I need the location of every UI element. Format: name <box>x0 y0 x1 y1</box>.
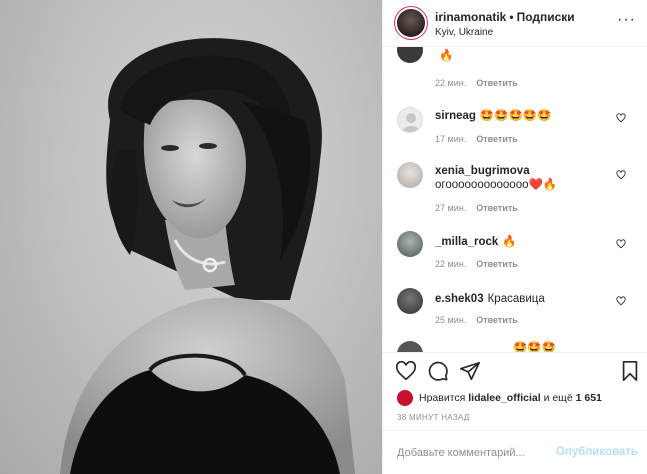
comment-username[interactable]: sirneag <box>435 110 476 122</box>
comment-avatar[interactable] <box>397 341 423 352</box>
liker-avatar[interactable] <box>397 390 413 406</box>
comment-time[interactable]: 17 мин. <box>435 134 466 144</box>
comment-username[interactable]: e.shek03 <box>435 293 484 305</box>
post-actions-bar <box>383 352 647 388</box>
comment-text: e.shek03 Красавица <box>435 292 610 306</box>
comment-body: 🔥 <box>439 50 454 62</box>
add-comment-bar: Добавьте комментарий... Опубликовать <box>383 430 647 474</box>
comment-body: огооооооооооооо❤️🔥 <box>435 179 558 191</box>
comment-time[interactable]: 25 мин. <box>435 315 466 325</box>
comment-icon[interactable] <box>427 360 449 382</box>
share-icon[interactable] <box>459 360 481 382</box>
comment-username[interactable]: _milla_rock <box>435 236 498 248</box>
comment-body: 🔥 <box>502 236 517 248</box>
header-dot: • <box>509 10 514 24</box>
comment-meta: 27 мин. Ответить <box>435 203 518 213</box>
comment-like-heart-icon[interactable] <box>616 113 626 123</box>
comment-time[interactable]: 22 мин. <box>435 78 466 88</box>
heart-icon[interactable] <box>395 360 417 382</box>
publish-button[interactable]: Опубликовать <box>556 446 638 458</box>
likes-middle: и ещё <box>543 391 573 404</box>
comment-avatar[interactable] <box>397 288 423 314</box>
comment-text: sirneag 🤩🤩🤩🤩🤩 <box>435 109 610 123</box>
likes-summary: Нравится lidalee_official и ещё 1 651 <box>397 390 647 406</box>
bookmark-icon[interactable] <box>619 360 641 382</box>
comment-like-heart-icon[interactable] <box>616 296 626 306</box>
comment-meta: 17 мин. Ответить <box>435 134 518 144</box>
comment-avatar[interactable] <box>397 162 423 188</box>
reply-button[interactable]: Ответить <box>476 315 518 325</box>
comment-like-heart-icon[interactable] <box>616 239 626 249</box>
comments-list[interactable]: 🔥 22 мин. Ответить sirneag 🤩🤩🤩🤩🤩 17 мин. От… <box>383 47 647 352</box>
comment-meta: 25 мин. Ответить <box>435 315 518 325</box>
post-location[interactable]: Kyiv, Ukraine <box>435 27 493 38</box>
comment-text: 🤩🤩🤩 <box>513 341 647 352</box>
post-side-panel: irinamonatik • Подписки Kyiv, Ukraine ··· … <box>382 0 647 474</box>
follow-status-button[interactable]: Подписки <box>517 10 575 24</box>
comment-like-heart-icon[interactable] <box>616 170 626 180</box>
post-photo-image <box>60 38 355 474</box>
comment-username[interactable]: xenia_bugrimova <box>435 165 530 177</box>
author-line: irinamonatik • Подписки <box>435 10 575 24</box>
reply-button[interactable]: Ответить <box>476 78 518 88</box>
post-timestamp[interactable]: 38 МИНУТ НАЗАД <box>397 413 470 422</box>
comment-time[interactable]: 27 мин. <box>435 203 466 213</box>
comment-text: xenia_bugrimova огооооооооооооо❤️🔥 <box>435 164 610 192</box>
liker-username[interactable]: lidalee_official <box>468 392 540 404</box>
likes-count[interactable]: 1 651 <box>576 392 602 404</box>
default-avatar-icon <box>402 113 420 132</box>
reply-button[interactable]: Ответить <box>476 203 518 213</box>
reply-button[interactable]: Ответить <box>476 134 518 144</box>
author-avatar[interactable] <box>397 9 425 37</box>
more-options-icon[interactable]: ··· <box>617 12 636 28</box>
comment-text: 🔥 <box>435 49 610 63</box>
comment-body: Красавица <box>487 293 545 305</box>
comment-body: 🤩🤩🤩🤩🤩 <box>479 110 552 122</box>
author-username[interactable]: irinamonatik <box>435 10 506 24</box>
add-comment-input[interactable]: Добавьте комментарий... <box>397 447 525 459</box>
comment-time[interactable]: 22 мин. <box>435 259 466 269</box>
comment-body: 🤩🤩🤩 <box>513 342 556 352</box>
comment-meta: 22 мин. Ответить <box>435 78 518 88</box>
comment-avatar[interactable] <box>397 47 423 63</box>
likes-prefix: Нравится <box>419 391 466 404</box>
comment-avatar[interactable] <box>397 231 423 257</box>
reply-button[interactable]: Ответить <box>476 259 518 269</box>
comment-meta: 22 мин. Ответить <box>435 259 518 269</box>
post-header: irinamonatik • Подписки Kyiv, Ukraine ··· <box>383 0 647 47</box>
post-photo[interactable] <box>0 0 382 474</box>
comment-text: _milla_rock 🔥 <box>435 235 610 249</box>
comment-avatar[interactable] <box>397 107 423 133</box>
